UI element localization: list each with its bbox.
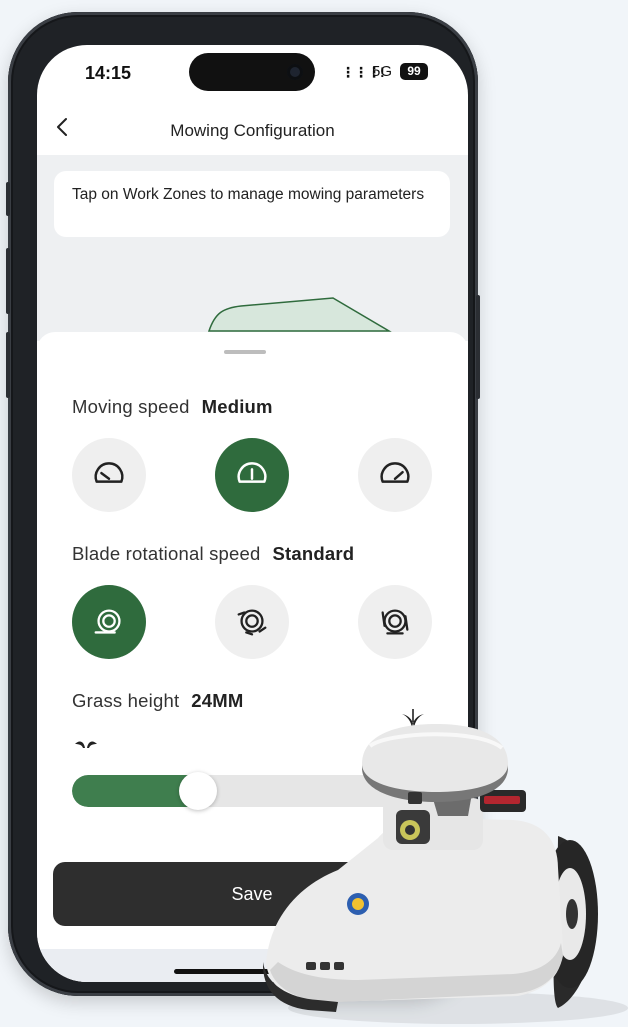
blade-standard-button[interactable] <box>72 585 146 659</box>
speed-high-icon <box>380 462 410 483</box>
speed-high-button[interactable] <box>358 438 432 512</box>
blade-medium-icon <box>237 609 267 636</box>
front-camera <box>287 64 303 80</box>
blade-speed-label: Blade rotational speed <box>72 543 261 564</box>
status-time: 14:15 <box>85 63 132 83</box>
grass-height-value: 24MM <box>191 690 244 711</box>
grass-height-row: Grass height 24MM <box>72 690 244 712</box>
speed-low-icon <box>94 462 124 483</box>
speed-low-button[interactable] <box>72 438 146 512</box>
map-area[interactable]: Tap on Work Zones to manage mowing param… <box>37 155 468 341</box>
moving-speed-label: Moving speed <box>72 396 190 417</box>
blade-speed-row: Blade rotational speed Standard <box>72 543 354 565</box>
tip-banner: Tap on Work Zones to manage mowing param… <box>54 171 450 237</box>
speed-medium-button[interactable] <box>215 438 289 512</box>
blade-speed-value: Standard <box>272 543 355 564</box>
blade-medium-button[interactable] <box>215 585 289 659</box>
volume-up-button <box>6 248 10 314</box>
status-bar: 14:15 ⋮⋮⋮! 5G 99 <box>37 45 468 103</box>
blade-high-icon <box>381 609 409 635</box>
moving-speed-row: Moving speed Medium <box>72 396 273 418</box>
power-button <box>476 295 480 399</box>
grass-height-label: Grass height <box>72 690 180 711</box>
mute-switch <box>6 182 10 216</box>
page-title: Mowing Configuration <box>170 121 335 140</box>
volume-down-button <box>6 332 10 398</box>
robot-mower-image <box>262 724 628 1024</box>
battery-icon: 99 <box>400 63 428 80</box>
blade-high-button[interactable] <box>358 585 432 659</box>
speed-medium-icon <box>237 462 267 483</box>
moving-speed-value: Medium <box>201 396 273 417</box>
slider-thumb[interactable] <box>179 772 217 810</box>
blade-standard-icon <box>94 609 121 634</box>
dynamic-island <box>189 53 315 91</box>
short-grass-icon <box>75 741 97 748</box>
network-type: 5G <box>372 63 393 80</box>
sheet-handle[interactable] <box>224 350 266 354</box>
nav-bar: Mowing Configuration <box>37 103 468 155</box>
